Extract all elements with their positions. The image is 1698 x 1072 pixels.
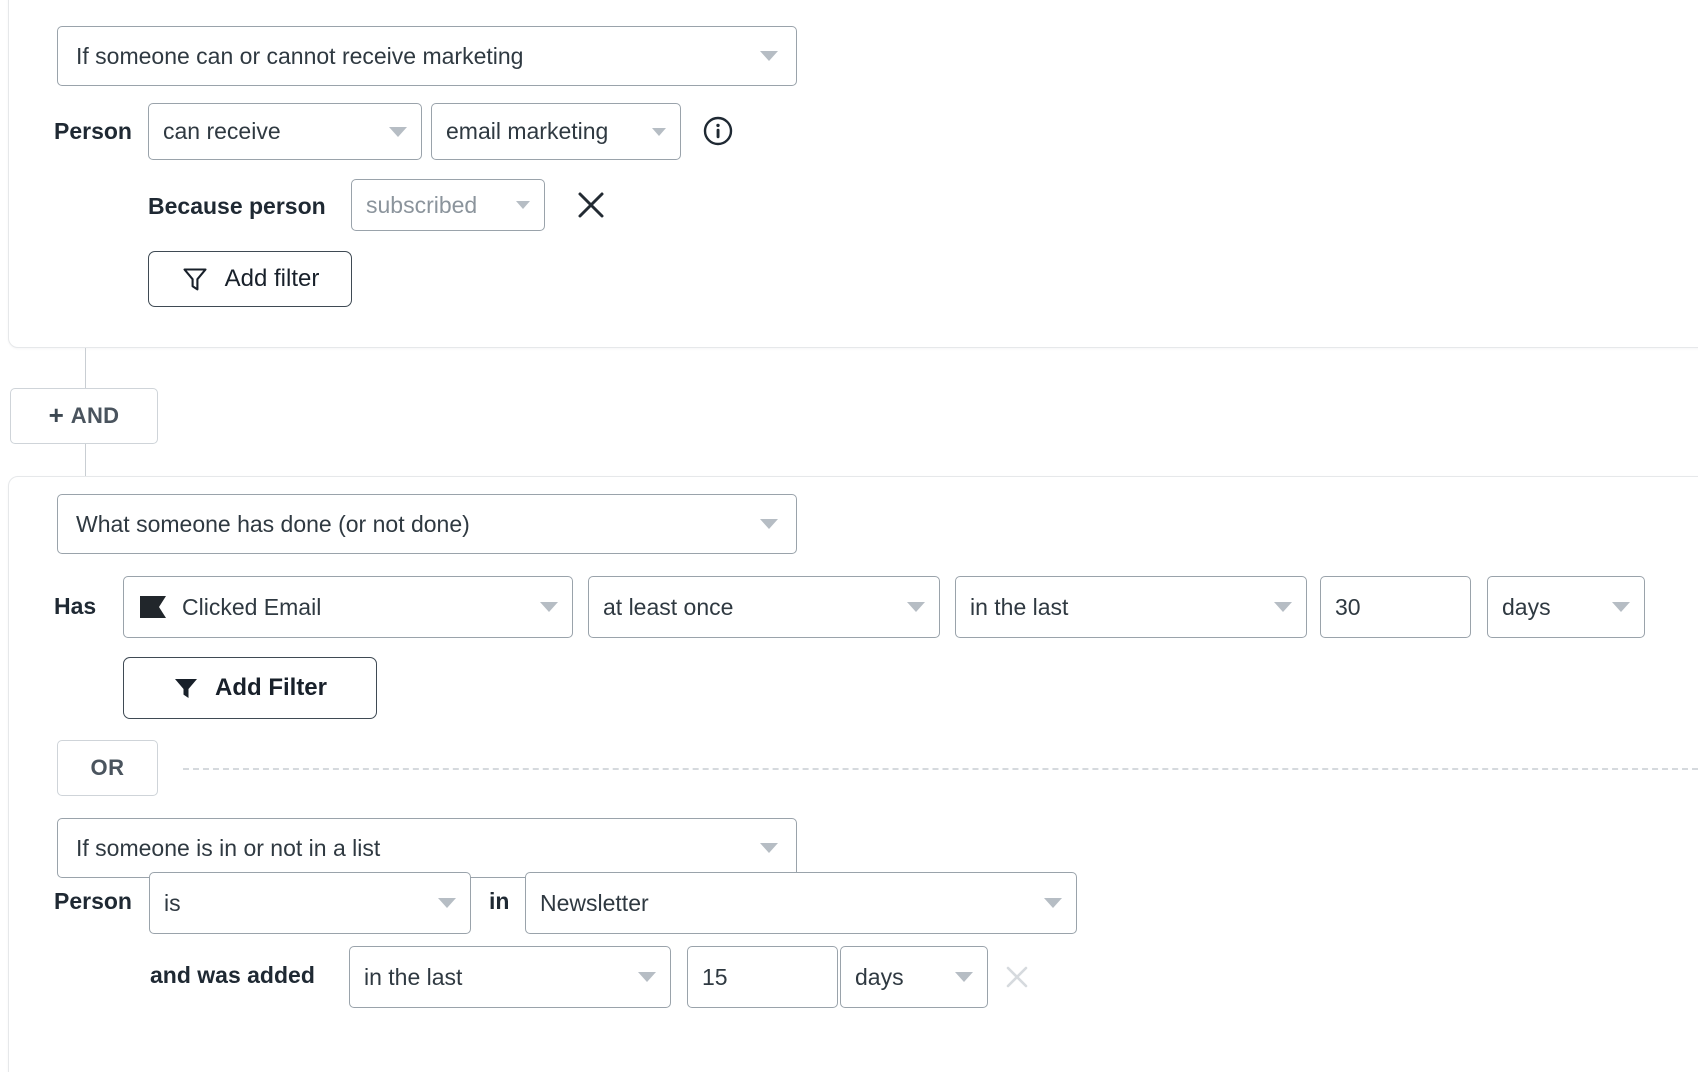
add-filter-button-1[interactable]: Add filter [148, 251, 352, 307]
chevron-down-icon [1612, 602, 1630, 612]
list-operator-select[interactable]: is [149, 872, 471, 934]
metric-value: Clicked Email [182, 594, 532, 621]
because-person-label: Because person [148, 190, 326, 222]
and-button-label: AND [71, 403, 120, 429]
timeframe-select[interactable]: in the last [955, 576, 1307, 638]
chevron-down-icon [438, 898, 456, 908]
or-divider-label: OR [91, 755, 125, 781]
chevron-down-icon [907, 602, 925, 612]
chevron-down-icon [1274, 602, 1292, 612]
condition-type-select-2[interactable]: What someone has done (or not done) [57, 494, 797, 554]
timeframe-unit-value: days [1502, 594, 1604, 621]
info-icon[interactable] [702, 115, 734, 152]
timeframe-amount-input[interactable]: 30 [1320, 576, 1471, 638]
close-icon-disabled[interactable] [1002, 962, 1032, 997]
added-amount-input[interactable]: 15 [687, 946, 838, 1008]
filter-funnel-outline-icon [181, 265, 209, 293]
added-timeframe-select[interactable]: in the last [349, 946, 671, 1008]
timeframe-amount-value: 30 [1335, 594, 1456, 621]
condition-type-select-1-label: If someone can or cannot receive marketi… [76, 43, 752, 70]
added-unit-value: days [855, 964, 947, 991]
and-was-added-label: and was added [150, 959, 315, 991]
metric-select[interactable]: Clicked Email [123, 576, 573, 638]
connector-line-bottom [85, 440, 86, 480]
timeframe-value: in the last [970, 594, 1266, 621]
list-operator-value: is [164, 890, 430, 917]
chevron-down-icon [638, 972, 656, 982]
frequency-select[interactable]: at least once [588, 576, 940, 638]
list-joiner-label: in [489, 885, 509, 917]
has-label: Has [54, 590, 96, 622]
add-filter-button-2[interactable]: Add Filter [123, 657, 377, 719]
chevron-down-icon [516, 201, 530, 209]
timeframe-unit-select[interactable]: days [1487, 576, 1645, 638]
person-label-2: Person [54, 885, 132, 917]
or-divider-button[interactable]: OR [57, 740, 158, 796]
chevron-down-icon [652, 128, 666, 136]
filter-funnel-solid-icon [173, 675, 199, 701]
marketing-permission-value: can receive [163, 118, 381, 145]
chevron-down-icon [540, 602, 558, 612]
chevron-down-icon [1044, 898, 1062, 908]
added-unit-select[interactable]: days [840, 946, 988, 1008]
chevron-down-icon [760, 51, 778, 61]
connector-line-top [85, 348, 86, 390]
klaviyo-flag-icon [138, 594, 168, 620]
added-timeframe-value: in the last [364, 964, 630, 991]
or-divider-dashed-line [183, 768, 1698, 770]
add-and-condition-button[interactable]: + AND [10, 388, 158, 444]
marketing-channel-value: email marketing [446, 118, 644, 145]
list-value: Newsletter [540, 890, 1036, 917]
chevron-down-icon [955, 972, 973, 982]
add-filter-button-2-label: Add Filter [215, 674, 327, 702]
close-icon[interactable] [574, 188, 608, 227]
marketing-channel-select[interactable]: email marketing [431, 103, 681, 160]
person-label: Person [54, 115, 132, 147]
condition-type-select-3-label: If someone is in or not in a list [76, 835, 752, 862]
marketing-permission-select[interactable]: can receive [148, 103, 422, 160]
subscribed-reason-value: subscribed [366, 192, 508, 219]
frequency-value: at least once [603, 594, 899, 621]
add-filter-button-1-label: Add filter [225, 265, 320, 293]
segment-builder-canvas: If someone can or cannot receive marketi… [0, 0, 1698, 1072]
chevron-down-icon [389, 127, 407, 137]
chevron-down-icon [760, 519, 778, 529]
condition-type-select-3[interactable]: If someone is in or not in a list [57, 818, 797, 878]
plus-icon: + [49, 402, 64, 428]
condition-type-select-2-label: What someone has done (or not done) [76, 511, 752, 538]
subscribed-reason-select[interactable]: subscribed [351, 179, 545, 231]
condition-type-select-1[interactable]: If someone can or cannot receive marketi… [57, 26, 797, 86]
chevron-down-icon [760, 843, 778, 853]
added-amount-value: 15 [702, 964, 823, 991]
list-select[interactable]: Newsletter [525, 872, 1077, 934]
